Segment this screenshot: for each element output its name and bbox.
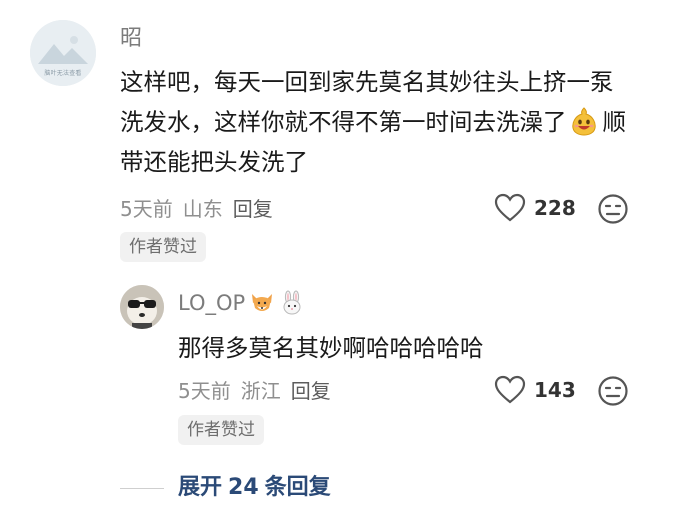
heart-icon — [494, 193, 526, 222]
reply-reply-button[interactable]: 回复 — [291, 379, 331, 403]
comment-text: 这样吧，每天一回到家先莫名其妙往头上挤一泵洗发水，这样你就不得不第一时间去洗澡了… — [120, 62, 630, 182]
heart-icon — [494, 375, 526, 404]
comment-location: 山东 — [182, 197, 223, 221]
reply-text: 那得多莫名其妙啊哈哈哈哈哈 — [178, 334, 484, 362]
reply-button[interactable]: 回复 — [233, 197, 273, 221]
reply-username[interactable]: LO_OP — [178, 288, 305, 318]
like-button[interactable]: 228 — [494, 193, 576, 223]
grinning-pear-emoji-icon — [569, 106, 599, 136]
expand-replies-button[interactable]: 展开 24 条回复 — [178, 473, 331, 503]
reply-time: 5天前 — [178, 379, 231, 403]
reply-author-liked-badge: 作者赞过 — [178, 415, 264, 445]
expand-divider — [120, 488, 164, 489]
comment-text-part1: 这样吧，每天一回到家先莫名其妙往头上挤一泵洗发水，这样你就不得不第一时间去洗澡了 — [120, 68, 614, 136]
expand-prefix: 展开 — [178, 475, 223, 500]
neutral-face-icon — [598, 194, 628, 224]
reply-username-text: LO_OP — [178, 291, 246, 315]
expand-suffix: 条回复 — [264, 475, 331, 500]
avatar-caption: 脑叶无法查看 — [44, 70, 82, 77]
like-count: 228 — [534, 196, 576, 220]
dog-sunglasses-avatar-icon — [120, 285, 164, 329]
avatar[interactable]: 脑叶无法查看 — [30, 20, 96, 86]
reply-dislike-button[interactable] — [597, 375, 629, 407]
rabbit-face-icon — [279, 290, 305, 316]
fox-face-icon — [249, 290, 275, 316]
comment-meta: 5天前 山东 回复 — [120, 196, 273, 222]
comment-username[interactable]: 昭 — [120, 24, 142, 54]
expand-count: 24 — [228, 475, 259, 500]
neutral-face-icon — [598, 376, 628, 406]
reply-like-count: 143 — [534, 378, 576, 402]
reply-meta: 5天前 浙江 回复 — [178, 378, 331, 404]
reply-location: 浙江 — [240, 379, 281, 403]
reply-avatar[interactable] — [120, 285, 164, 329]
reply-like-button[interactable]: 143 — [494, 375, 576, 405]
comment-time: 5天前 — [120, 197, 173, 221]
dislike-button[interactable] — [597, 193, 629, 225]
author-liked-badge: 作者赞过 — [120, 232, 206, 262]
